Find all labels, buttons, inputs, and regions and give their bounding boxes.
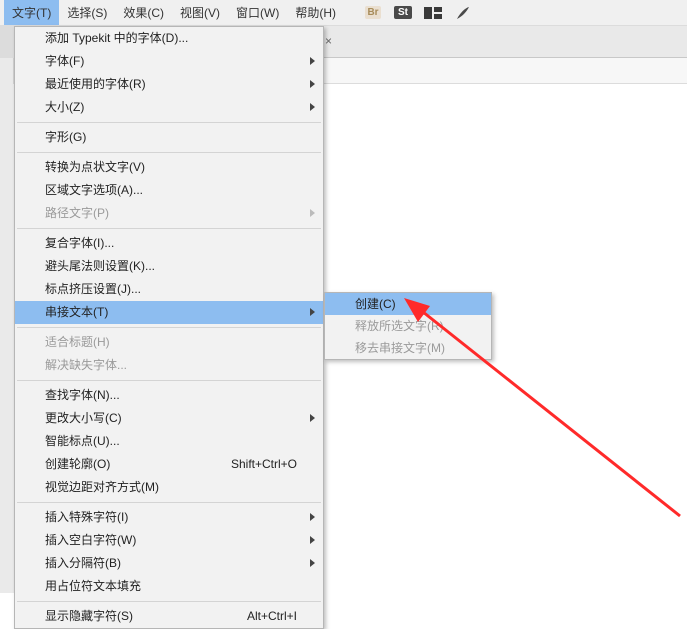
br-badge: Br <box>365 6 380 19</box>
menu-change-case[interactable]: 更改大小写(C) <box>15 407 323 430</box>
menu-label: 字形(G) <box>45 130 86 144</box>
menu-recent-fonts[interactable]: 最近使用的字体(R) <box>15 73 323 96</box>
menu-label: 释放所选文字(R) <box>355 319 444 333</box>
menubar-item-help[interactable]: 帮助(H) <box>287 0 344 25</box>
menu-fit-headline: 适合标题(H) <box>15 331 323 354</box>
chevron-right-icon <box>310 57 315 65</box>
menubar-label: 选择(S) <box>67 6 107 20</box>
menu-separator <box>17 228 321 229</box>
menu-label: 字体(F) <box>45 54 84 68</box>
chevron-right-icon <box>310 209 315 217</box>
menu-insert-special[interactable]: 插入特殊字符(I) <box>15 506 323 529</box>
menu-label: 最近使用的字体(R) <box>45 77 146 91</box>
menu-label: 路径文字(P) <box>45 206 109 220</box>
menu-separator <box>17 122 321 123</box>
menu-label: 适合标题(H) <box>45 335 110 349</box>
menu-label: 添加 Typekit 中的字体(D)... <box>45 31 188 45</box>
menu-shortcut: Alt+Ctrl+I <box>247 605 297 628</box>
menu-label: 标点挤压设置(J)... <box>45 282 141 296</box>
submenu-remove: 移去串接文字(M) <box>325 337 491 359</box>
left-rail <box>0 84 14 593</box>
menu-label: 视觉边距对齐方式(M) <box>45 480 159 494</box>
menubar-label: 视图(V) <box>180 6 220 20</box>
menu-find-font[interactable]: 查找字体(N)... <box>15 384 323 407</box>
quill-icon[interactable] <box>452 4 474 22</box>
close-icon[interactable]: × <box>325 34 339 48</box>
menu-separator <box>17 502 321 503</box>
menu-add-typekit[interactable]: 添加 Typekit 中的字体(D)... <box>15 27 323 50</box>
menu-insert-blank[interactable]: 插入空白字符(W) <box>15 529 323 552</box>
chevron-right-icon <box>310 513 315 521</box>
chevron-right-icon <box>310 308 315 316</box>
menu-smart-punct[interactable]: 智能标点(U)... <box>15 430 323 453</box>
menu-show-hidden[interactable]: 显示隐藏字符(S) Alt+Ctrl+I <box>15 605 323 628</box>
menubar-label: 帮助(H) <box>295 6 336 20</box>
menu-label: 串接文本(T) <box>45 305 108 319</box>
menu-label: 解决缺失字体... <box>45 358 127 372</box>
menu-label: 移去串接文字(M) <box>355 341 445 355</box>
menu-threaded-text[interactable]: 串接文本(T) <box>15 301 323 324</box>
menu-label: 避头尾法则设置(K)... <box>45 259 155 273</box>
chevron-right-icon <box>310 414 315 422</box>
menu-create-outlines[interactable]: 创建轮廓(O) Shift+Ctrl+O <box>15 453 323 476</box>
menu-size[interactable]: 大小(Z) <box>15 96 323 119</box>
menubar-item-view[interactable]: 视图(V) <box>172 0 228 25</box>
menu-insert-break[interactable]: 插入分隔符(B) <box>15 552 323 575</box>
menubar-item-window[interactable]: 窗口(W) <box>228 0 287 25</box>
st-badge: St <box>394 6 412 19</box>
ruler-corner <box>0 58 14 84</box>
menu-area-options[interactable]: 区域文字选项(A)... <box>15 179 323 202</box>
arrange-docs-icon[interactable] <box>422 4 444 22</box>
menu-label: 大小(Z) <box>45 100 84 114</box>
menu-glyphs[interactable]: 字形(G) <box>15 126 323 149</box>
menu-resolve-missing: 解决缺失字体... <box>15 354 323 377</box>
submenu-create[interactable]: 创建(C) <box>325 293 491 315</box>
chevron-right-icon <box>310 536 315 544</box>
menu-label: 区域文字选项(A)... <box>45 183 143 197</box>
chevron-right-icon <box>310 559 315 567</box>
menubar: 文字(T) 选择(S) 效果(C) 视图(V) 窗口(W) 帮助(H) Br S… <box>0 0 687 26</box>
menu-label: 创建(C) <box>355 297 396 311</box>
menu-separator <box>17 601 321 602</box>
menu-mojikumi[interactable]: 标点挤压设置(J)... <box>15 278 323 301</box>
menu-shortcut: Shift+Ctrl+O <box>231 453 297 476</box>
menu-placeholder-fill[interactable]: 用占位符文本填充 <box>15 575 323 598</box>
menu-label: 创建轮廓(O) <box>45 457 110 471</box>
menu-label: 插入空白字符(W) <box>45 533 136 547</box>
type-menu-dropdown: 添加 Typekit 中的字体(D)... 字体(F) 最近使用的字体(R) 大… <box>14 26 324 629</box>
menubar-label: 文字(T) <box>12 6 51 20</box>
menu-separator <box>17 327 321 328</box>
menubar-label: 窗口(W) <box>236 6 279 20</box>
menu-margin-align[interactable]: 视觉边距对齐方式(M) <box>15 476 323 499</box>
menu-label: 更改大小写(C) <box>45 411 122 425</box>
menu-convert-point[interactable]: 转换为点状文字(V) <box>15 156 323 179</box>
menu-label: 智能标点(U)... <box>45 434 120 448</box>
bridge-icon[interactable]: Br <box>362 4 384 22</box>
menu-font[interactable]: 字体(F) <box>15 50 323 73</box>
menubar-item-select[interactable]: 选择(S) <box>59 0 115 25</box>
menubar-item-effect[interactable]: 效果(C) <box>115 0 172 25</box>
chevron-right-icon <box>310 103 315 111</box>
menu-label: 插入分隔符(B) <box>45 556 121 570</box>
menu-separator <box>17 152 321 153</box>
menu-label: 显示隐藏字符(S) <box>45 609 133 623</box>
chevron-right-icon <box>310 80 315 88</box>
menu-label: 查找字体(N)... <box>45 388 120 402</box>
menu-label: 转换为点状文字(V) <box>45 160 145 174</box>
menu-separator <box>17 380 321 381</box>
menu-label: 用占位符文本填充 <box>45 579 141 593</box>
stock-icon[interactable]: St <box>392 4 414 22</box>
menu-kinsoku[interactable]: 避头尾法则设置(K)... <box>15 255 323 278</box>
submenu-release: 释放所选文字(R) <box>325 315 491 337</box>
menubar-label: 效果(C) <box>123 6 164 20</box>
menu-label: 复合字体(I)... <box>45 236 114 250</box>
menu-composite-fonts[interactable]: 复合字体(I)... <box>15 232 323 255</box>
menu-path-type: 路径文字(P) <box>15 202 323 225</box>
menubar-item-type[interactable]: 文字(T) <box>4 0 59 25</box>
menu-label: 插入特殊字符(I) <box>45 510 128 524</box>
threaded-text-submenu: 创建(C) 释放所选文字(R) 移去串接文字(M) <box>324 292 492 360</box>
